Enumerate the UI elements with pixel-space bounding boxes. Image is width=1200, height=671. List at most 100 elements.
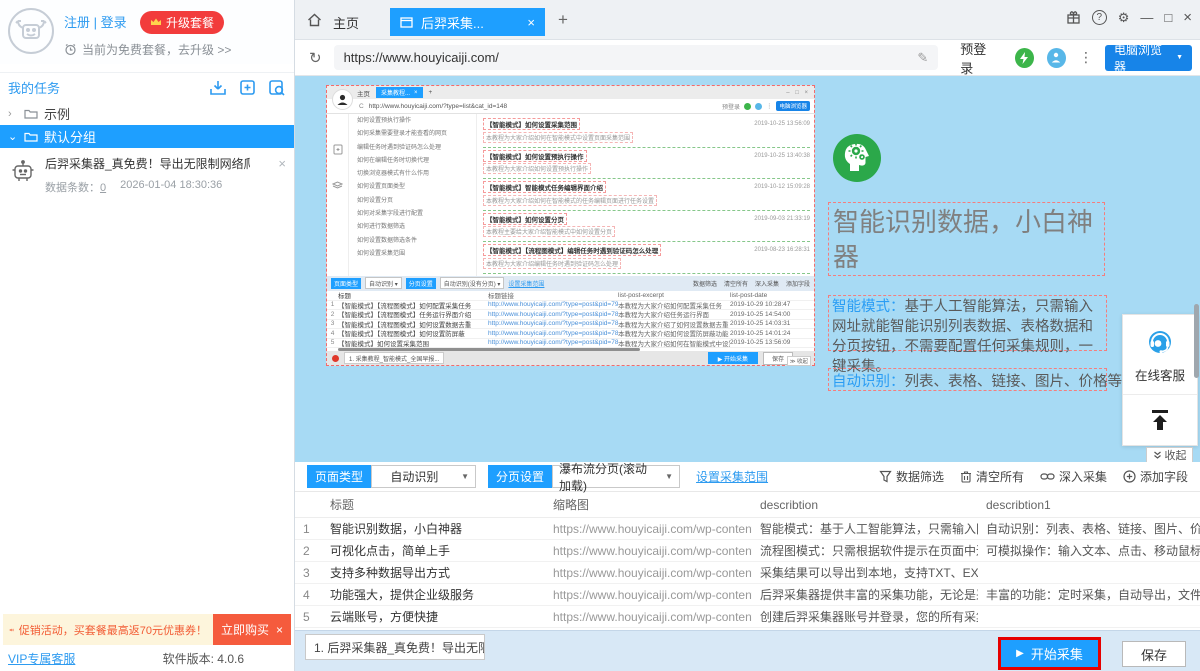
start-collect-button[interactable]: ▶ 开始采集 — [1001, 640, 1098, 667]
crown-icon — [150, 17, 162, 27]
task-timestamp: 2026-01-04 18:30:36 — [120, 179, 222, 195]
data-filter-button[interactable]: 数据筛选 — [879, 468, 944, 485]
edit-icon[interactable]: ✎ — [917, 50, 928, 66]
close-icon[interactable]: × — [276, 623, 283, 637]
close-icon[interactable]: × — [1183, 9, 1192, 26]
help-icon[interactable]: ? — [1092, 10, 1107, 25]
mini-collapse-button: ≫ 收起 — [787, 356, 811, 366]
close-icon[interactable]: × — [278, 156, 286, 171]
my-tasks-header: 我的任务 — [0, 72, 294, 102]
mini-table-row: 5 【智能模式】如何设置采集范围 http://www.houyicaiji.c… — [327, 339, 814, 349]
sidebar-group-default[interactable]: ⌄ 默认分组 — [0, 125, 294, 148]
url-input[interactable]: https://www.houyicaiji.com/ ✎ — [334, 45, 939, 70]
tab-home[interactable]: 主页 — [333, 8, 359, 36]
task-tab[interactable]: 1. 后羿采集器_真免费！导出无限... — [305, 634, 485, 660]
table-row[interactable]: 5 云端账号，方便快捷 https://www.houyicaiji.com/w… — [295, 606, 1200, 628]
page-type-select[interactable]: 自动识别 ▼ — [371, 465, 476, 488]
mini-article: 【智能模式】【流程图模式】编辑任务时遇到验证码怎么处理 2019-08-23 1… — [483, 242, 810, 274]
mini-article: 【智能模式】如何设置分页 2019-09-03 21:33:19 本教程主要给大… — [483, 211, 810, 243]
mini-tab-home: 主页 — [357, 88, 370, 98]
headset-icon — [1145, 329, 1175, 357]
table-header: 标题 缩略图 describtion describtion1 — [295, 492, 1200, 518]
find-task-icon[interactable] — [268, 79, 286, 96]
prelogin-button[interactable]: 预登录 — [960, 39, 997, 77]
back-to-top-icon — [1147, 407, 1173, 433]
proxy-icon[interactable] — [1015, 48, 1034, 68]
sidebar-group-example[interactable]: › 示例 — [0, 102, 294, 125]
paging-label: 分页设置 — [488, 465, 552, 488]
table-row[interactable]: 4 功能强大，提供企业级服务 https://www.houyicaiji.co… — [295, 584, 1200, 606]
back-to-top-button[interactable] — [1123, 395, 1197, 445]
mini-help-item: 如何设置分页 — [357, 198, 472, 206]
deep-collect-button[interactable]: 深入采集 — [1040, 468, 1107, 485]
table-row[interactable]: 1 智能识别数据，小白神器 https://www.houyicaiji.com… — [295, 518, 1200, 540]
table-row[interactable]: 2 可视化点击，简单上手 https://www.houyicaiji.com/… — [295, 540, 1200, 562]
buy-now-button[interactable]: 立即购买 × — [213, 614, 291, 645]
mini-data-table: 标题 标题链接 list-post-excerpt list-post-date… — [327, 291, 814, 352]
account-icon[interactable] — [1047, 48, 1066, 68]
browser-mode-button[interactable]: 电脑浏览器 ▼ — [1105, 45, 1192, 71]
vip-support-link[interactable]: VIP专属客服 — [8, 650, 75, 667]
megaphone-icon — [9, 623, 14, 637]
paging-select[interactable]: 瀑布流分页(滚动加载) ▼ — [552, 465, 680, 488]
folder-icon — [24, 108, 38, 119]
double-chevron-down-icon — [1153, 451, 1162, 460]
robot-icon — [10, 158, 36, 186]
chevron-down-icon: ⌄ — [8, 130, 18, 143]
import-task-icon[interactable] — [209, 79, 227, 96]
hero-smart-field[interactable]: 智能模式：基于人工智能算法，只需输入网址就能智能识别列表数据、表格数据和分页按钮… — [828, 295, 1107, 351]
collapse-button[interactable]: 收起 — [1146, 447, 1193, 462]
webpage-viewport: 主页 采集教程...× + – □ × C http://www.houyica… — [295, 76, 1200, 462]
save-button[interactable]: 保存 — [1122, 641, 1186, 667]
new-task-icon[interactable] — [239, 79, 256, 96]
mini-help-item: 如何对采集字段进行配置 — [357, 211, 472, 219]
gear-icon[interactable]: ⚙ — [1118, 10, 1130, 26]
mini-logo-icon — [332, 89, 353, 110]
mini-article: 【智能模式】智能模式任务编辑界面介绍 2019-10-12 15:09:28 本… — [483, 179, 810, 211]
mini-article: 【智能模式】如何设置采集范围 2019-10-25 13:56:09 本教程为大… — [483, 116, 810, 148]
task-title: 后羿采集器_真免费！导出无限制网络爬虫... — [45, 155, 250, 172]
mini-article: 【智能模式】如何设置预执行操作 2019-10-25 13:40:38 本教程为… — [483, 148, 810, 180]
more-icon[interactable]: ⋮ — [1079, 49, 1093, 66]
mini-article-list: 【智能模式】如何设置采集范围 2019-10-25 13:56:09 本教程为大… — [477, 114, 814, 276]
tab-active[interactable]: 后羿采集... × — [390, 8, 545, 36]
main-area: 主页 后羿采集... × + ? ⚙ — □ × ↻ https://www.h… — [295, 0, 1200, 671]
close-icon[interactable]: × — [527, 15, 535, 30]
sidebar: 注册 | 登录 升级套餐 当前为免费套餐，去升级 >> 我的任务 — [0, 0, 295, 671]
clear-all-button[interactable]: 清空所有 — [960, 468, 1024, 485]
hero-auto-field[interactable]: 自动识别：列表、表格、链接、图片、价格等 — [828, 368, 1107, 391]
service-panel: 在线客服 — [1122, 314, 1198, 446]
bottom-bar: 1. 后羿采集器_真免费！导出无限... ▶ 开始采集 保存 — [295, 630, 1200, 671]
new-tab-button[interactable]: + — [558, 10, 568, 30]
register-login-link[interactable]: 注册 | 登录 — [64, 12, 127, 31]
online-service-button[interactable]: 在线客服 — [1123, 315, 1197, 395]
upgrade-plan-button[interactable]: 升级套餐 — [140, 11, 224, 34]
table-row[interactable]: 3 支持多种数据导出方式 https://www.houyicaiji.com/… — [295, 562, 1200, 584]
hero-title-field[interactable]: 智能识别数据，小白神器 — [828, 202, 1105, 276]
refresh-icon[interactable]: ↻ — [309, 49, 322, 67]
mini-help-item: 如何设置预执行操作 — [357, 118, 472, 126]
collect-panel: 页面类型 自动识别 ▼ 分页设置 瀑布流分页(滚动加载) ▼ 设置采集范围 数据… — [295, 462, 1200, 630]
set-collect-range-link[interactable]: 设置采集范围 — [696, 468, 768, 485]
mini-help-item: 切换浏览器模式有什么作用 — [357, 171, 472, 179]
my-tasks-label: 我的任务 — [8, 78, 209, 97]
mini-help-sidebar: 如何设置预执行操作如何采集需要登录才能查看的网页编辑任务时遇到验证码怎么处理如何… — [349, 114, 477, 276]
mini-address-bar: C http://www.houyicaiji.com/?type=list&c… — [327, 99, 814, 114]
trash-icon — [960, 470, 972, 483]
hero-screenshot-image[interactable]: 主页 采集教程...× + – □ × C http://www.houyica… — [326, 85, 815, 366]
plan-notice[interactable]: 当前为免费套餐，去升级 >> — [64, 41, 286, 58]
mini-icon-strip — [327, 114, 349, 276]
mini-titlebar: 主页 采集教程...× + – □ × — [327, 86, 814, 99]
home-icon[interactable] — [307, 13, 322, 27]
mini-crab-icon — [332, 355, 339, 362]
minimize-icon[interactable]: — — [1140, 10, 1153, 25]
page-scrollbar[interactable] — [1194, 304, 1199, 378]
chevron-right-icon: › — [8, 108, 18, 120]
maximize-icon[interactable]: □ — [1164, 10, 1172, 25]
gift-icon[interactable] — [1066, 10, 1081, 25]
task-list-item[interactable]: 后羿采集器_真免费！导出无限制网络爬虫... × 数据条数：0 2026-01-… — [0, 148, 294, 201]
tab-strip: 主页 后羿采集... × + ? ⚙ — □ × — [295, 0, 1200, 40]
mini-help-item: 如何设置页面类型 — [357, 184, 472, 192]
page-type-label: 页面类型 — [307, 465, 371, 488]
add-field-button[interactable]: 添加字段 — [1123, 468, 1188, 485]
